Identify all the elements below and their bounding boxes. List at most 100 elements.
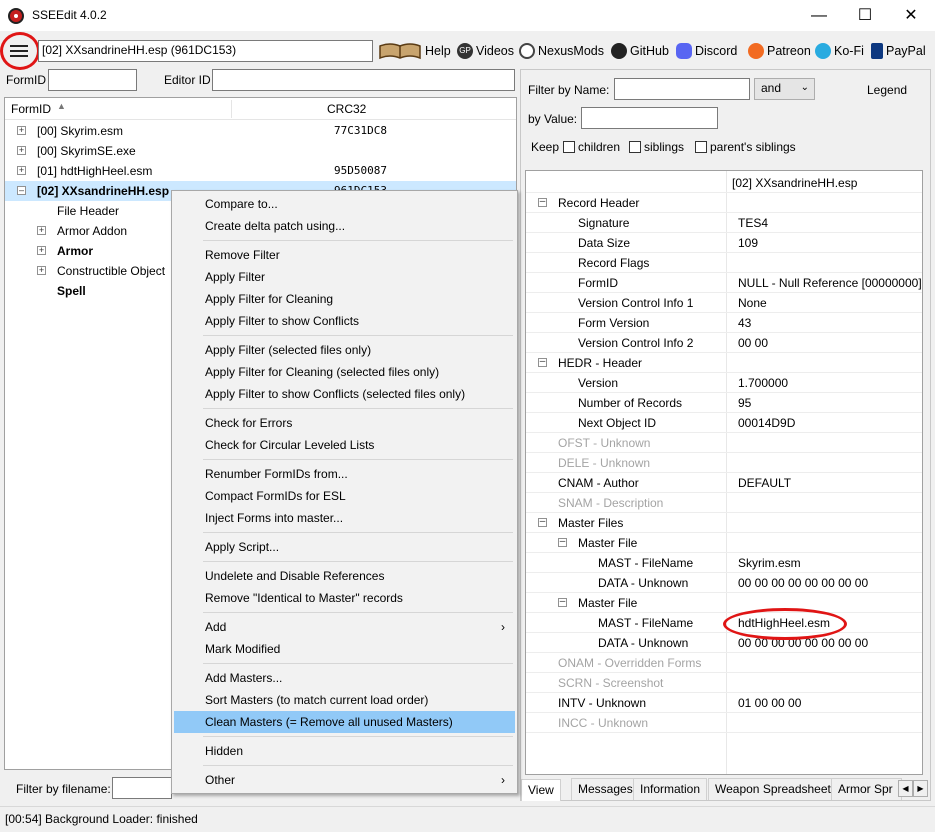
nexusmods-link[interactable]: NexusMods	[519, 43, 604, 59]
discord-link[interactable]: Discord	[676, 43, 737, 59]
record-row[interactable]: Signature TES4	[526, 213, 922, 233]
maximize-button[interactable]: ☐	[842, 0, 888, 31]
record-row[interactable]: MAST - FileName Skyrim.esm	[526, 553, 922, 573]
editor-id-input[interactable]	[212, 69, 515, 91]
record-row[interactable]: ONAM - Overridden Forms	[526, 653, 922, 673]
record-row[interactable]: DATA - Unknown 00 00 00 00 00 00 00 00	[526, 633, 922, 653]
menu-item-clean-masters[interactable]: Clean Masters (= Remove all unused Maste…	[174, 711, 515, 733]
patreon-link[interactable]: Patreon	[748, 43, 811, 59]
record-row-name: FormID	[578, 276, 618, 290]
menu-item-add-masters[interactable]: Add Masters...	[174, 667, 515, 689]
record-row[interactable]: Number of Records 95	[526, 393, 922, 413]
logic-select-value: and	[761, 81, 782, 95]
record-row[interactable]: – Record Header	[526, 193, 922, 213]
menu-item-apply-script[interactable]: Apply Script...	[174, 536, 515, 558]
record-row-value: 109	[738, 236, 759, 250]
menu-item-apply-filter-selected[interactable]: Apply Filter (selected files only)	[174, 339, 515, 361]
record-row[interactable]: Version 1.700000	[526, 373, 922, 393]
record-row[interactable]: DELE - Unknown	[526, 453, 922, 473]
tab-weapon-spreadsheet[interactable]: Weapon Spreadsheet	[708, 778, 838, 800]
menu-item-remove-itm-records[interactable]: Remove "Identical to Master" records	[174, 587, 515, 609]
menu-item-renumber-formids[interactable]: Renumber FormIDs from...	[174, 463, 515, 485]
record-row[interactable]: OFST - Unknown	[526, 433, 922, 453]
record-row[interactable]: Version Control Info 1 None	[526, 293, 922, 313]
record-row[interactable]: Record Flags	[526, 253, 922, 273]
keep-siblings-checkbox[interactable]: siblings	[629, 140, 684, 154]
filter-name-input[interactable]	[614, 78, 750, 100]
menu-item-apply-filter-cleaning-selected[interactable]: Apply Filter for Cleaning (selected file…	[174, 361, 515, 383]
menu-item-check-errors[interactable]: Check for Errors	[174, 412, 515, 434]
record-row[interactable]: INTV - Unknown 01 00 00 00	[526, 693, 922, 713]
tab-armor-spreadsheet[interactable]: Armor Spr	[831, 778, 902, 800]
file-selector-field[interactable]: [02] XXsandrineHH.esp (961DC153)	[38, 40, 373, 62]
legend-button[interactable]: Legend	[867, 83, 907, 97]
menu-item-hidden[interactable]: Hidden	[174, 740, 515, 762]
expand-icon[interactable]: +	[17, 166, 26, 175]
menu-item-apply-filter-cleaning[interactable]: Apply Filter for Cleaning	[174, 288, 515, 310]
filter-value-input[interactable]	[581, 107, 718, 129]
menu-item-add[interactable]: Add ›	[174, 616, 515, 638]
record-row[interactable]: SCRN - Screenshot	[526, 673, 922, 693]
record-row[interactable]: Version Control Info 2 00 00	[526, 333, 922, 353]
keep-children-checkbox[interactable]: children	[563, 140, 620, 154]
collapse-icon[interactable]: –	[538, 357, 547, 367]
record-row[interactable]: INCC - Unknown	[526, 713, 922, 733]
record-row[interactable]: – Master File	[526, 533, 922, 553]
record-tree[interactable]: [02] XXsandrineHH.esp – Record Header Sign…	[525, 170, 923, 775]
formid-input[interactable]	[48, 69, 137, 91]
collapse-icon[interactable]: –	[538, 517, 547, 527]
menu-item-apply-filter[interactable]: Apply Filter	[174, 266, 515, 288]
record-row[interactable]: CNAM - Author DEFAULT	[526, 473, 922, 493]
menu-item-undelete-disable-refs[interactable]: Undelete and Disable References	[174, 565, 515, 587]
collapse-icon[interactable]: –	[538, 197, 547, 207]
menu-item-compact-formids-esl[interactable]: Compact FormIDs for ESL	[174, 485, 515, 507]
record-row[interactable]: SNAM - Description	[526, 493, 922, 513]
menu-item-remove-filter[interactable]: Remove Filter	[174, 244, 515, 266]
expand-icon[interactable]: +	[37, 246, 46, 255]
collapse-icon[interactable]: –	[558, 537, 567, 547]
expand-icon[interactable]: +	[17, 126, 26, 135]
record-row[interactable]: – HEDR - Header	[526, 353, 922, 373]
tree-row[interactable]: + [00] SkyrimSE.exe	[5, 141, 516, 161]
expand-icon[interactable]: +	[17, 146, 26, 155]
record-row[interactable]: FormID NULL - Null Reference [00000000]	[526, 273, 922, 293]
videos-link[interactable]: GP Videos	[457, 43, 514, 59]
record-row[interactable]: – Master File	[526, 593, 922, 613]
tab-scroll-right-icon[interactable]: ▶	[913, 780, 928, 797]
menu-item-mark-modified[interactable]: Mark Modified	[174, 638, 515, 660]
menu-item-apply-filter-conflicts-selected[interactable]: Apply Filter to show Conflicts (selected…	[174, 383, 515, 405]
col-crc-header[interactable]: CRC32	[327, 102, 366, 116]
github-link[interactable]: GitHub	[611, 43, 669, 59]
menu-item-check-circular-leveled[interactable]: Check for Circular Leveled Lists	[174, 434, 515, 456]
tab-messages[interactable]: Messages	[571, 778, 640, 800]
record-row[interactable]: DATA - Unknown 00 00 00 00 00 00 00 00	[526, 573, 922, 593]
menu-item-create-delta-patch[interactable]: Create delta patch using...	[174, 215, 515, 237]
menu-item-other[interactable]: Other ›	[174, 769, 515, 791]
tab-scroll-left-icon[interactable]: ◀	[898, 780, 913, 797]
record-row[interactable]: Data Size 109	[526, 233, 922, 253]
tab-view[interactable]: View	[521, 779, 561, 801]
help-link[interactable]: Help	[378, 40, 451, 62]
record-row[interactable]: Next Object ID 00014D9D	[526, 413, 922, 433]
minimize-button[interactable]: —	[796, 0, 842, 31]
tree-row[interactable]: + [00] Skyrim.esm 77C31DC8	[5, 121, 516, 141]
menu-item-inject-forms[interactable]: Inject Forms into master...	[174, 507, 515, 529]
expand-icon[interactable]: +	[37, 226, 46, 235]
menu-item-sort-masters[interactable]: Sort Masters (to match current load orde…	[174, 689, 515, 711]
filter-filename-input[interactable]	[112, 777, 172, 799]
paypal-link[interactable]: PayPal	[871, 43, 926, 59]
collapse-icon[interactable]: –	[17, 186, 26, 195]
close-button[interactable]: ✕	[888, 0, 934, 31]
keep-parents-siblings-checkbox[interactable]: parent's siblings	[695, 140, 796, 154]
menu-item-apply-filter-conflicts[interactable]: Apply Filter to show Conflicts	[174, 310, 515, 332]
record-row[interactable]: – Master Files	[526, 513, 922, 533]
expand-icon[interactable]: +	[37, 266, 46, 275]
tab-information[interactable]: Information	[633, 778, 708, 800]
col-formid-header[interactable]: FormID	[11, 102, 51, 116]
menu-item-compare-to[interactable]: Compare to...	[174, 193, 515, 215]
collapse-icon[interactable]: –	[558, 597, 567, 607]
logic-select[interactable]: and ⌄	[754, 78, 815, 100]
kofi-link[interactable]: Ko-Fi	[815, 43, 864, 59]
record-row[interactable]: Form Version 43	[526, 313, 922, 333]
tree-row[interactable]: + [01] hdtHighHeel.esm 95D50087	[5, 161, 516, 181]
